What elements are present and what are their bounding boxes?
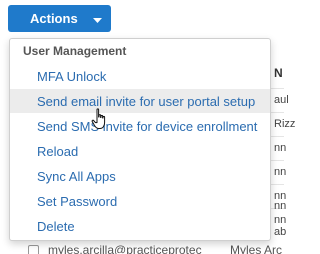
- menu-item-reload[interactable]: Reload: [10, 139, 270, 163]
- menu-item-label: MFA Unlock: [37, 69, 107, 84]
- table-cell: nn: [274, 142, 287, 154]
- row-email: myles.arcilla@practiceprotec: [48, 243, 202, 254]
- menu-item-mfa-unlock[interactable]: MFA Unlock: [10, 64, 270, 88]
- table-cell: aul: [274, 94, 289, 106]
- menu-item-label: Delete: [37, 219, 75, 234]
- menu-item-label: Send email invite for user portal setup: [37, 94, 256, 109]
- menu-item-send-sms-invite[interactable]: Send SMS invite for device enrollment: [10, 114, 270, 138]
- actions-button[interactable]: Actions: [8, 5, 111, 32]
- table-cell: nn: [274, 166, 287, 178]
- menu-item-sync-all-apps[interactable]: Sync All Apps: [10, 164, 270, 188]
- menu-item-label: Set Password: [37, 194, 118, 209]
- menu-item-set-password[interactable]: Set Password: [10, 189, 270, 213]
- table-cell: ab: [274, 226, 287, 238]
- actions-dropdown-menu: User Management MFA Unlock Send email in…: [9, 38, 271, 241]
- table-cell: nn: [274, 214, 287, 226]
- table-row[interactable]: myles.arcilla@practiceprotec Myles Arc: [0, 242, 284, 254]
- caret-down-icon: [93, 18, 102, 23]
- row-name: Myles Arc: [230, 243, 283, 254]
- column-header-name: N: [274, 66, 283, 80]
- row-checkbox[interactable]: [28, 245, 39, 254]
- table-cell: Rizz: [274, 118, 296, 130]
- menu-item-label: Sync All Apps: [37, 169, 116, 184]
- menu-item-label: Send SMS invite for device enrollment: [37, 119, 258, 134]
- actions-button-label: Actions: [30, 11, 78, 26]
- menu-item-send-email-invite[interactable]: Send email invite for user portal setup: [10, 89, 270, 113]
- menu-item-delete[interactable]: Delete: [10, 214, 270, 238]
- table-cell: nn: [274, 200, 287, 212]
- menu-item-label: Reload: [37, 144, 79, 159]
- hand-pointer-icon: [91, 108, 106, 129]
- menu-section-header: User Management: [23, 44, 127, 58]
